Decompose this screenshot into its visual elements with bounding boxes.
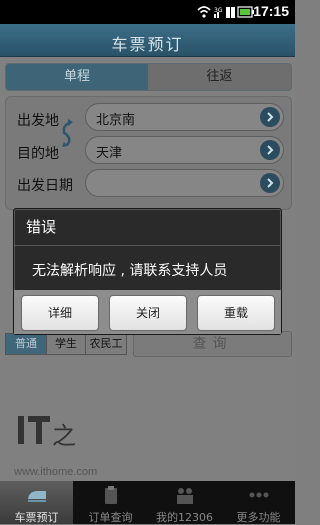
to-station-value: 天津 xyxy=(96,146,123,161)
chevron-right-icon[interactable] xyxy=(260,107,280,127)
departure-date-field[interactable] xyxy=(85,169,284,197)
status-bar: 3G 17:15 xyxy=(0,0,295,24)
chevron-right-icon[interactable] xyxy=(260,140,280,160)
nav-label: 更多功能 xyxy=(236,511,281,524)
dialog-message: 无法解析响应 , 请联系支持人员 xyxy=(32,263,228,279)
wifi-icon xyxy=(197,6,211,14)
from-station-field[interactable]: 北京南 xyxy=(85,103,284,131)
close-button[interactable]: 关闭 xyxy=(109,295,187,331)
passenger-type-normal[interactable]: 普通 xyxy=(5,333,47,355)
reload-button[interactable]: 重载 xyxy=(197,295,275,331)
ithome-logo: 之 xyxy=(18,416,76,450)
page-title: 车票预订 xyxy=(111,35,184,54)
swap-stations-icon[interactable] xyxy=(57,118,77,148)
nav-my-12306[interactable]: 我的12306 xyxy=(148,481,221,524)
dialog-title: 错误 xyxy=(26,218,57,236)
bottom-nav: 车票预订 订单查询 我的12306 更多功能 xyxy=(0,481,295,524)
clipboard-icon xyxy=(105,486,117,504)
tab-one-way[interactable]: 单程 xyxy=(6,64,148,90)
chevron-right-icon[interactable] xyxy=(260,173,280,193)
date-label: 出发日期 xyxy=(17,178,73,194)
watermark-url: www.ithome.com xyxy=(14,466,98,478)
title-bar: 车票预订 xyxy=(0,24,295,57)
from-label: 出发地 xyxy=(17,113,59,129)
nav-label: 我的12306 xyxy=(156,511,213,524)
status-icons: 3G xyxy=(197,6,254,18)
train-icon xyxy=(28,491,46,502)
to-station-field[interactable]: 天津 xyxy=(85,136,284,164)
nav-order-query[interactable]: 订单查询 xyxy=(74,481,147,524)
passenger-type-student[interactable]: 学生 xyxy=(46,333,86,355)
dialog-divider xyxy=(14,245,281,246)
details-button[interactable]: 详细 xyxy=(21,295,99,331)
nav-ticket-booking[interactable]: 车票预订 xyxy=(0,481,73,524)
tab-round-trip[interactable]: 往返 xyxy=(148,64,291,90)
more-dots-icon xyxy=(249,492,269,498)
error-dialog: 错误 无法解析响应 , 请联系支持人员 详细 关闭 重载 xyxy=(13,208,282,335)
to-label: 目的地 xyxy=(17,146,59,162)
from-station-value: 北京南 xyxy=(96,113,136,128)
dialog-button-bar: 详细 关闭 重载 xyxy=(14,290,281,334)
nav-label: 车票预订 xyxy=(14,511,59,524)
passenger-type-migrant-worker[interactable]: 农民工 xyxy=(85,333,127,355)
battery-icon xyxy=(237,6,254,18)
svg-text:之: 之 xyxy=(52,422,76,450)
nav-label: 订单查询 xyxy=(88,511,133,524)
nav-more-functions[interactable]: 更多功能 xyxy=(222,481,295,524)
clock-time: 17:15 xyxy=(253,3,289,19)
trip-type-tabs: 单程 往返 xyxy=(5,63,292,91)
people-icon xyxy=(177,488,193,504)
